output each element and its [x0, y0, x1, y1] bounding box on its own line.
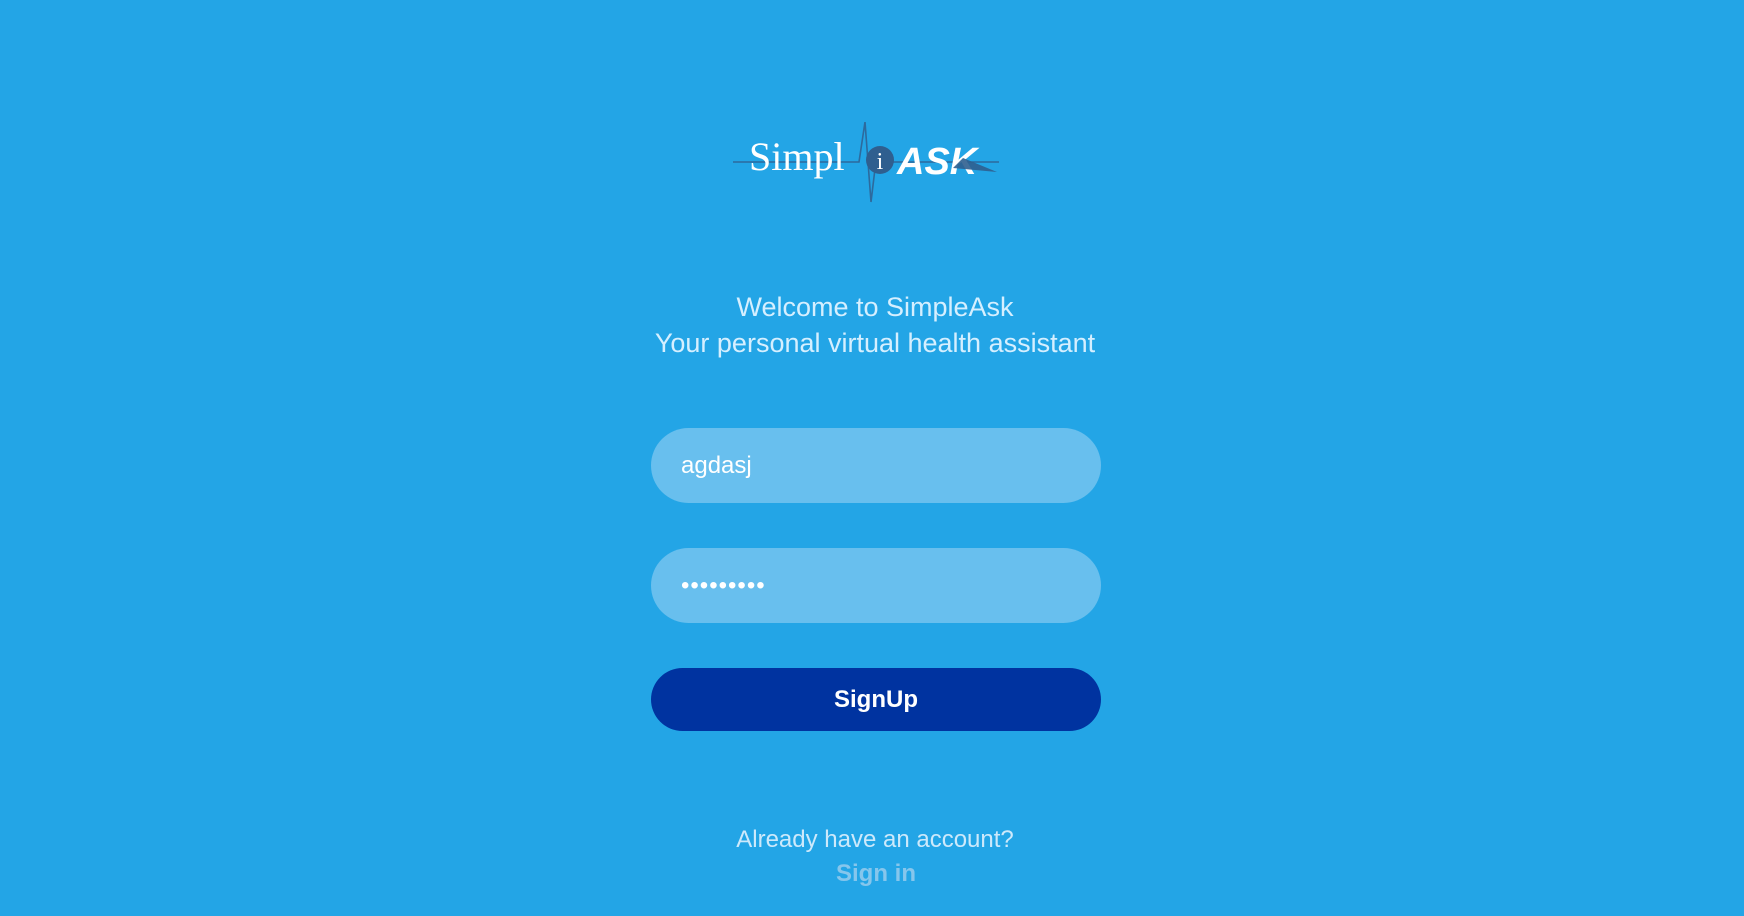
sign-in-link[interactable]: Sign in [836, 858, 916, 890]
signup-page: Simpl i ASK Welcome to SimpleAsk Your pe… [0, 0, 1744, 916]
simpliask-logo: Simpl i ASK [731, 122, 1001, 212]
password-input[interactable] [651, 548, 1101, 623]
heartbeat-logo-icon: Simpl i ASK [733, 122, 999, 203]
signup-button[interactable]: SignUp [651, 668, 1101, 731]
welcome-subtitle: Your personal virtual health assistant [654, 328, 1096, 358]
logo-text-mid: i [877, 149, 884, 175]
already-have-account-text: Already have an account? [736, 826, 1014, 853]
logo-text-left: Simpl [749, 134, 845, 179]
username-input[interactable] [651, 428, 1101, 503]
welcome-title: Welcome to SimpleAsk [736, 292, 1014, 322]
